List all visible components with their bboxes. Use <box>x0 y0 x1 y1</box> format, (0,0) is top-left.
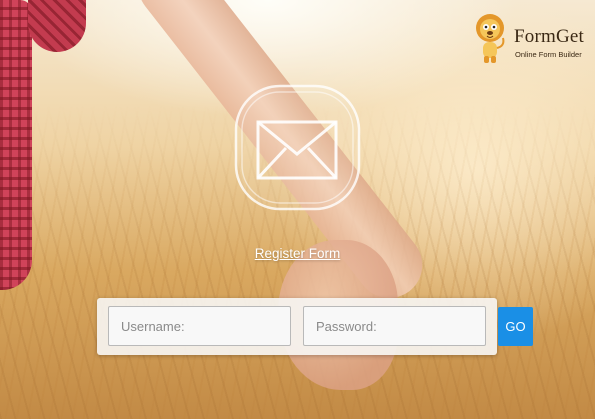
register-form-title[interactable]: Register Form <box>0 246 595 261</box>
lion-mascot-icon <box>476 14 505 63</box>
go-button[interactable]: GO <box>498 307 533 346</box>
username-input[interactable] <box>108 306 291 346</box>
login-form-bar <box>97 298 497 355</box>
brand-name: FormGet <box>514 26 585 47</box>
formget-logo[interactable]: FormGet Online Form Builder <box>472 12 587 68</box>
envelope-icon <box>232 82 363 213</box>
brand-tagline: Online Form Builder <box>515 50 582 59</box>
password-input[interactable] <box>303 306 486 346</box>
